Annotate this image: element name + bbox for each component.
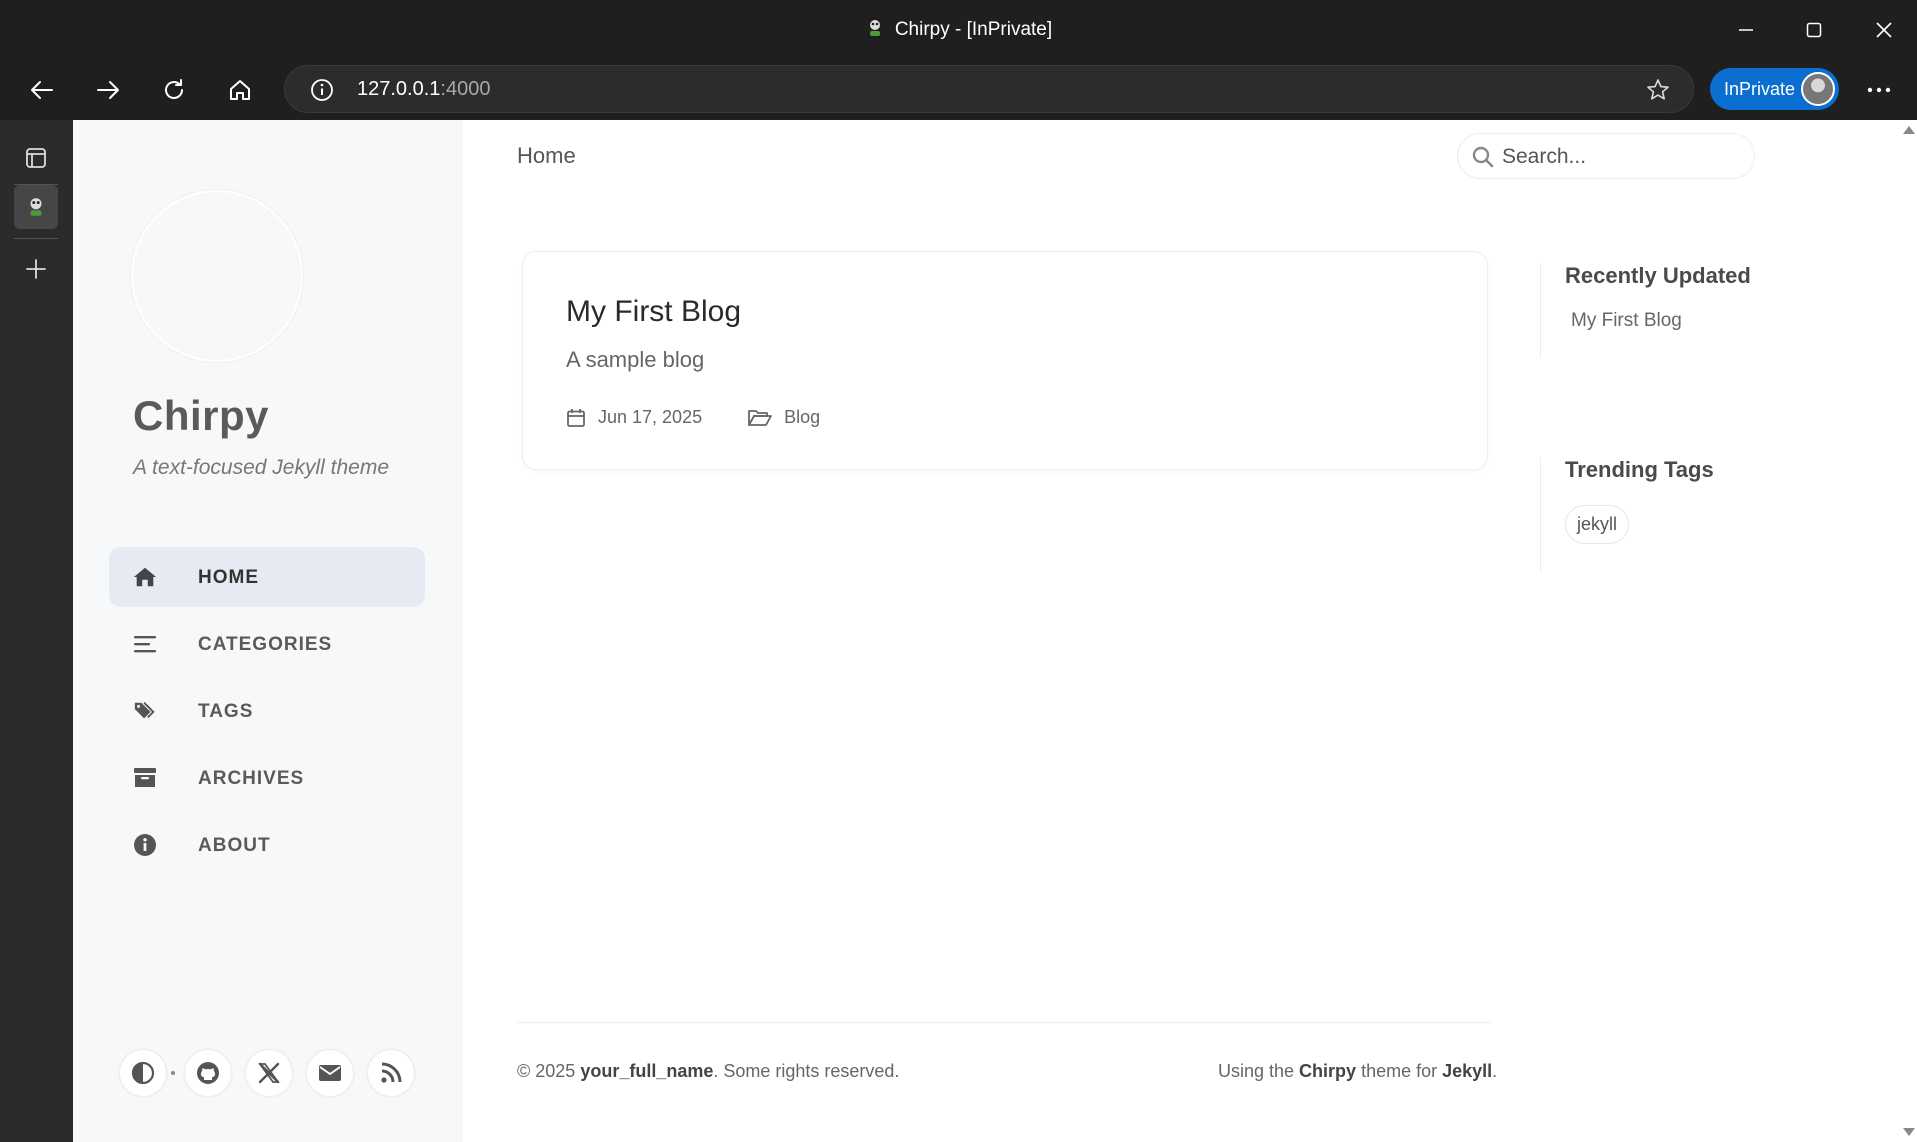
search-icon xyxy=(1472,146,1494,173)
github-link[interactable] xyxy=(185,1050,231,1096)
list-icon xyxy=(133,632,157,656)
info-icon[interactable] xyxy=(309,77,335,108)
tags-icon xyxy=(133,699,157,723)
back-icon[interactable] xyxy=(20,68,64,112)
site-avatar[interactable] xyxy=(131,190,303,362)
favorite-star-icon[interactable] xyxy=(1645,77,1671,108)
tab-actions-icon[interactable] xyxy=(14,136,58,180)
site-favicon-icon xyxy=(865,18,885,44)
sidebar-item-about[interactable]: ABOUT xyxy=(109,815,425,875)
site-sidebar: Chirpy A text-focused Jekyll theme HOME … xyxy=(73,120,463,1142)
footer-divider xyxy=(517,1022,1491,1023)
scroll-down-icon[interactable] xyxy=(1903,1128,1915,1136)
post-category[interactable]: Blog xyxy=(748,407,820,428)
post-description: A sample blog xyxy=(566,347,705,372)
minimize-icon[interactable] xyxy=(1726,12,1766,48)
github-icon xyxy=(197,1062,219,1084)
tab-chirpy[interactable] xyxy=(14,185,58,229)
window-title: Chirpy - [InPrivate] xyxy=(0,18,1917,44)
site-title[interactable]: Chirpy xyxy=(133,392,269,440)
sidebar-item-archives[interactable]: ARCHIVES xyxy=(109,748,425,808)
forward-icon[interactable] xyxy=(86,68,130,112)
footer-copyright: © 2025 your_full_name. Some rights reser… xyxy=(517,1061,900,1081)
archive-icon xyxy=(133,766,157,790)
theme-link[interactable]: Chirpy xyxy=(1299,1061,1356,1081)
author-link[interactable]: your_full_name xyxy=(580,1061,713,1081)
maximize-icon[interactable] xyxy=(1794,12,1834,48)
refresh-icon[interactable] xyxy=(152,68,196,112)
inprivate-button[interactable]: InPrivate xyxy=(1710,68,1839,110)
page-scrollbar[interactable] xyxy=(1899,120,1917,1142)
search-box[interactable] xyxy=(1457,133,1755,179)
vertical-tab-strip xyxy=(0,120,73,1142)
tab-separator xyxy=(14,238,58,239)
info-circle-icon xyxy=(133,833,157,857)
theme-toggle-button[interactable] xyxy=(120,1050,166,1096)
post-date: Jun 17, 2025 xyxy=(566,407,702,428)
email-icon xyxy=(319,1065,341,1081)
divider-dot xyxy=(171,1071,175,1075)
breadcrumb: Home xyxy=(517,143,576,168)
theme-toggle-icon xyxy=(131,1061,155,1085)
tag-pill[interactable]: jekyll xyxy=(1565,505,1630,544)
post-meta: Jun 17, 2025 Blog xyxy=(566,407,866,428)
x-twitter-icon xyxy=(258,1062,280,1084)
home-icon[interactable] xyxy=(218,68,262,112)
recently-updated-heading: Recently Updated xyxy=(1565,263,1751,288)
sidebar-item-home[interactable]: HOME xyxy=(109,547,425,607)
post-title[interactable]: My First Blog xyxy=(566,295,741,329)
close-icon[interactable] xyxy=(1864,12,1904,48)
sidebar-item-tags[interactable]: TAGS xyxy=(109,681,425,741)
more-icon[interactable] xyxy=(1857,68,1901,112)
email-link[interactable] xyxy=(307,1050,353,1096)
footer-credits: Using the Chirpy theme for Jekyll. xyxy=(1218,1061,1498,1081)
browser-titlebar: Chirpy - [InPrivate] xyxy=(0,0,1917,60)
scroll-up-icon[interactable] xyxy=(1903,126,1915,134)
sidebar-social-links xyxy=(120,1050,429,1096)
folder-open-icon xyxy=(748,409,772,426)
jekyll-link[interactable]: Jekyll xyxy=(1442,1061,1492,1081)
home-icon xyxy=(133,565,157,589)
recently-updated-item[interactable]: My First Blog xyxy=(1571,310,1751,332)
url-text[interactable]: 127.0.0.1:4000 xyxy=(357,78,490,101)
profile-avatar xyxy=(1801,72,1835,106)
rss-icon xyxy=(381,1062,402,1083)
recently-updated-panel: Recently Updated My First Blog xyxy=(1540,263,1751,358)
search-input[interactable] xyxy=(1502,143,1742,171)
sidebar-nav: HOME CATEGORIES TAGS ARCHIVES ABOUT xyxy=(109,547,425,882)
x-twitter-link[interactable] xyxy=(246,1050,292,1096)
trending-tags-panel: Trending Tags jekyll xyxy=(1540,457,1714,573)
site-favicon-icon xyxy=(30,198,42,216)
new-tab-icon[interactable] xyxy=(14,247,58,291)
post-card[interactable]: My First Blog A sample blog Jun 17, 2025… xyxy=(522,251,1488,470)
rss-link[interactable] xyxy=(368,1050,414,1096)
calendar-icon xyxy=(567,408,585,427)
trending-tags-heading: Trending Tags xyxy=(1565,457,1714,482)
page-viewport: Chirpy A text-focused Jekyll theme HOME … xyxy=(73,120,1917,1142)
sidebar-item-categories[interactable]: CATEGORIES xyxy=(109,614,425,674)
browser-toolbar: 127.0.0.1:4000 InPrivate xyxy=(0,60,1917,120)
address-bar[interactable]: 127.0.0.1:4000 xyxy=(284,65,1694,113)
site-subtitle: A text-focused Jekyll theme xyxy=(133,456,389,479)
